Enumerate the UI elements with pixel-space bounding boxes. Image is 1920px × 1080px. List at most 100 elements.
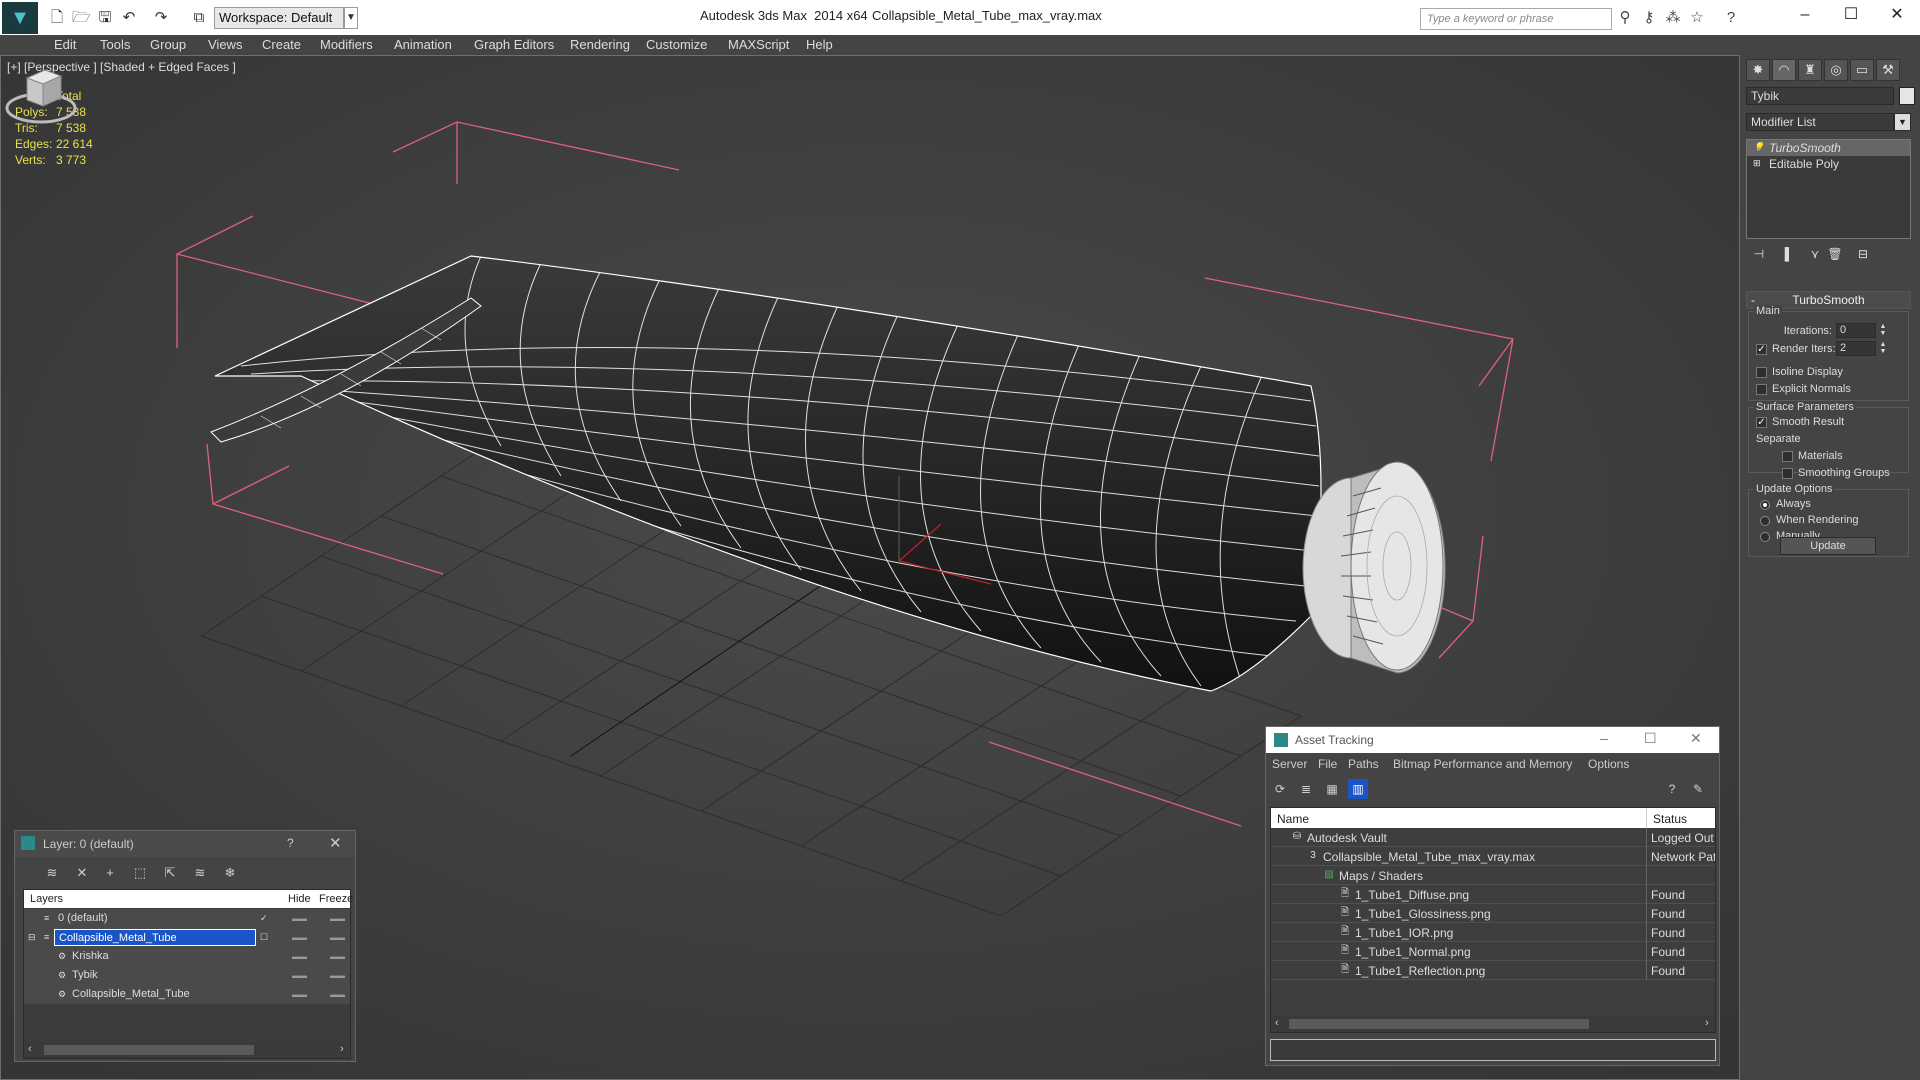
isoline-display-checkbox[interactable] [1756,367,1767,378]
spinner-arrows-icon[interactable]: ▲ ▼ [1878,341,1888,356]
scroll-left-icon[interactable]: ‹ [1275,1017,1279,1029]
star-icon[interactable]: ☆ [1688,9,1706,27]
new-file-icon[interactable]: 🗋 [48,9,66,27]
list-view-icon[interactable]: ≣ [1296,779,1316,799]
close-icon[interactable]: ✕ [329,834,342,852]
show-end-result-icon[interactable]: ▌ [1780,245,1798,263]
asset-row[interactable]: ⛁ Autodesk Vault Logged Out [1271,828,1715,847]
render-iters-checkbox[interactable]: ✓ [1756,344,1767,355]
viewcube-icon[interactable] [1,56,81,136]
refresh-icon[interactable]: ⟳ [1270,779,1290,799]
menu-customize[interactable]: Customize [646,37,707,52]
menu-maxscript[interactable]: MAXScript [728,37,789,52]
maximize-icon[interactable]: ☐ [1644,730,1657,747]
configure-sets-icon[interactable]: ⊟ [1854,245,1872,263]
display-tab-icon[interactable]: ▭ [1850,59,1874,81]
modify-tab-icon[interactable]: ◠ [1772,59,1796,81]
project-folder-icon[interactable]: ⧉ [190,9,208,27]
menu-help[interactable]: Help [806,37,833,52]
network-icon[interactable]: ⁂ [1664,9,1682,27]
menu-create[interactable]: Create [262,37,301,52]
horizontal-scrollbar[interactable]: ‹ › [24,1042,350,1058]
maximize-button[interactable]: ☐ [1828,0,1874,30]
freeze-toggle[interactable]: ▬▬ [330,914,345,923]
scroll-left-icon[interactable]: ‹ [28,1043,32,1055]
stack-item-turbosmooth[interactable]: 💡 TurboSmooth [1747,140,1910,156]
menu-group[interactable]: Group [150,37,186,52]
smooth-result-checkbox[interactable]: ✓ [1756,417,1767,428]
hide-toggle[interactable]: ▬▬ [292,990,307,999]
manually-radio[interactable] [1760,532,1770,542]
workspace-dropdown[interactable]: Workspace: Default [214,7,344,29]
object-name-field[interactable]: Tybik [1746,87,1894,105]
save-file-icon[interactable]: 🖫 [96,9,114,27]
column-hide[interactable]: Hide [288,893,311,905]
freeze-toggle[interactable]: ▬▬ [330,952,345,961]
layer-row[interactable]: ⚙ Collapsible_Metal_Tube ▬▬ ▬▬ [24,985,350,1004]
menu-views[interactable]: Views [208,37,242,52]
set-active-box-icon[interactable]: ☐ [260,932,270,942]
spinner-arrows-icon[interactable]: ▲ ▼ [1878,323,1888,338]
remove-modifier-icon[interactable]: 🗑 [1826,245,1844,263]
menu-graph-editors[interactable]: Graph Editors [474,37,554,52]
hierarchy-tab-icon[interactable]: ♜ [1798,59,1822,81]
open-file-icon[interactable]: 🗁 [72,9,91,27]
menu-server[interactable]: Server [1272,757,1307,771]
freeze-toggle[interactable]: ▬▬ [330,933,345,942]
hide-toggle[interactable]: ▬▬ [292,971,307,980]
menu-rendering[interactable]: Rendering [570,37,630,52]
binoculars-icon[interactable]: ⚲ [1616,9,1634,27]
thumbnail-view-icon[interactable]: ▦ [1322,779,1342,799]
pin-stack-icon[interactable]: ⊣ [1750,245,1768,263]
lightbulb-icon[interactable]: 💡 [1753,142,1764,152]
motion-tab-icon[interactable]: ◎ [1824,59,1848,81]
hide-toggle[interactable]: ▬▬ [292,914,307,923]
menu-animation[interactable]: Animation [394,37,452,52]
menu-modifiers[interactable]: Modifiers [320,37,373,52]
asset-row[interactable]: 🗎 1_Tube1_Diffuse.png Found [1271,885,1715,904]
close-button[interactable]: ✕ [1874,0,1920,30]
collapse-minus-icon[interactable]: ⊟ [28,932,38,942]
asset-row[interactable]: ▨ Maps / Shaders [1271,866,1715,885]
column-freeze[interactable]: Freeze [319,893,353,905]
smoothing-groups-checkbox[interactable] [1782,468,1793,479]
modifier-list-dropdown[interactable]: Modifier List [1746,113,1894,131]
menu-file[interactable]: File [1318,757,1337,771]
column-status[interactable]: Status [1653,812,1687,826]
always-radio[interactable] [1760,500,1770,510]
layer-row[interactable]: ⚙ Krishka ▬▬ ▬▬ [24,947,350,966]
layer-row[interactable]: ⊟ ≡ Collapsible_Metal_Tube ☐ ▬▬ ▬▬ [24,928,350,947]
explicit-normals-checkbox[interactable] [1756,384,1767,395]
scroll-right-icon[interactable]: › [340,1043,344,1055]
close-icon[interactable]: ✕ [1690,730,1702,747]
horizontal-scrollbar[interactable]: ‹ › [1271,1016,1715,1032]
tube-cap-mesh[interactable] [1302,461,1446,674]
help-icon[interactable]: ? [1662,779,1682,799]
menu-options[interactable]: Options [1588,757,1629,771]
when-rendering-radio[interactable] [1760,516,1770,526]
make-unique-icon[interactable]: ⋎ [1806,245,1824,263]
delete-layer-icon[interactable]: ✕ [71,863,93,883]
update-button[interactable]: Update [1780,537,1876,555]
active-layer-check-icon[interactable]: ✓ [260,913,270,923]
context-help-icon[interactable]: ✎ [1688,779,1708,799]
asset-row[interactable]: 🗎 1_Tube1_Glossiness.png Found [1271,904,1715,923]
help-button[interactable]: ? [287,836,294,850]
freeze-toggle[interactable]: ▬▬ [330,990,345,999]
highlight-layer-icon[interactable]: ⇱ [159,863,181,883]
menu-paths[interactable]: Paths [1348,757,1379,771]
minimize-icon[interactable]: – [1600,730,1608,746]
table-view-icon[interactable]: ▥ [1348,779,1368,799]
menu-tools[interactable]: Tools [100,37,130,52]
add-to-layer-icon[interactable]: + [99,863,121,883]
render-iters-spinner[interactable]: 2 [1836,341,1876,356]
utilities-tab-icon[interactable]: ⚒ [1876,59,1900,81]
layer-row[interactable]: ≡ 0 (default) ✓ ▬▬ ▬▬ [24,909,350,928]
expand-plus-icon[interactable]: ⊞ [1753,158,1763,168]
menu-bitmap-performance[interactable]: Bitmap Performance and Memory [1393,757,1572,771]
asset-row[interactable]: 🗎 1_Tube1_IOR.png Found [1271,923,1715,942]
hide-toggle[interactable]: ▬▬ [292,933,307,942]
object-color-swatch[interactable] [1899,87,1915,105]
column-name[interactable]: Name [1277,812,1309,826]
stack-item-editable-poly[interactable]: ⊞ Editable Poly [1747,156,1910,172]
